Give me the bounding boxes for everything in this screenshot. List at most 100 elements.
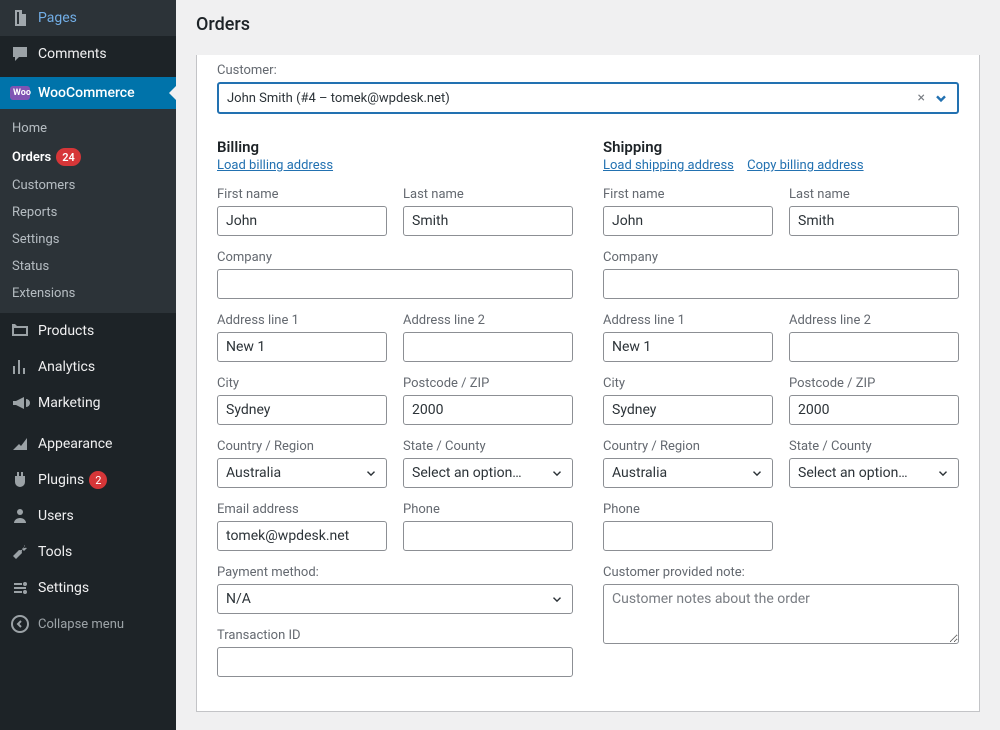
chevron-down-icon <box>936 466 950 480</box>
chevron-down-icon <box>550 466 564 480</box>
sidebar-item-users[interactable]: Users <box>0 498 176 534</box>
shipping-addr1-label: Address line 1 <box>603 313 773 328</box>
submenu-item-home[interactable]: Home <box>0 115 176 142</box>
shipping-last-name-input[interactable] <box>789 206 959 236</box>
plugins-icon <box>10 470 30 490</box>
sidebar-item-label: Analytics <box>38 359 95 375</box>
billing-last-name-input[interactable] <box>403 206 573 236</box>
collapse-icon <box>10 614 30 634</box>
products-icon <box>10 321 30 341</box>
chevron-down-icon <box>933 90 949 106</box>
billing-postcode-input[interactable] <box>403 395 573 425</box>
sidebar-item-label: WooCommerce <box>38 85 135 101</box>
sidebar-item-woocommerce[interactable]: Woo WooCommerce <box>0 77 176 109</box>
shipping-city-label: City <box>603 376 773 391</box>
sidebar-item-label: Appearance <box>38 436 112 452</box>
submenu-item-reports[interactable]: Reports <box>0 199 176 226</box>
users-icon <box>10 506 30 526</box>
appearance-icon <box>10 434 30 454</box>
billing-postcode-label: Postcode / ZIP <box>403 376 573 391</box>
shipping-country-select[interactable]: Australia <box>603 458 773 488</box>
sidebar-item-pages[interactable]: Pages <box>0 0 176 36</box>
submenu-item-extensions[interactable]: Extensions <box>0 280 176 307</box>
transaction-id-label: Transaction ID <box>217 628 573 643</box>
submenu-item-settings[interactable]: Settings <box>0 226 176 253</box>
customer-note-textarea[interactable] <box>603 584 959 644</box>
shipping-company-input[interactable] <box>603 269 959 299</box>
load-billing-link[interactable]: Load billing address <box>217 158 333 173</box>
sidebar-item-tools[interactable]: Tools <box>0 534 176 570</box>
sidebar-item-plugins[interactable]: Plugins 2 <box>0 462 176 498</box>
sidebar-item-settings[interactable]: Settings <box>0 570 176 606</box>
customer-select[interactable]: John Smith (#4 – tomek@wpdesk.net) × <box>217 82 959 114</box>
settings-icon <box>10 578 30 598</box>
billing-first-name-input[interactable] <box>217 206 387 236</box>
select-value: Australia <box>612 465 667 481</box>
submenu-label: Orders <box>12 150 51 165</box>
shipping-postcode-label: Postcode / ZIP <box>789 376 959 391</box>
billing-phone-input[interactable] <box>403 521 573 551</box>
billing-country-label: Country / Region <box>217 439 387 454</box>
select-value: Australia <box>226 465 281 481</box>
submenu-item-customers[interactable]: Customers <box>0 172 176 199</box>
billing-state-select[interactable]: Select an option… <box>403 458 573 488</box>
shipping-state-select[interactable]: Select an option… <box>789 458 959 488</box>
billing-addr2-label: Address line 2 <box>403 313 573 328</box>
shipping-addr2-input[interactable] <box>789 332 959 362</box>
marketing-icon <box>10 393 30 413</box>
transaction-id-input[interactable] <box>217 647 573 677</box>
billing-email-label: Email address <box>217 502 387 517</box>
billing-first-name-label: First name <box>217 187 387 202</box>
sidebar-item-label: Users <box>38 508 74 524</box>
sidebar-item-comments[interactable]: Comments <box>0 36 176 72</box>
shipping-addr2-label: Address line 2 <box>789 313 959 328</box>
shipping-company-label: Company <box>603 250 959 265</box>
chevron-down-icon <box>364 466 378 480</box>
order-edit-panel: Customer: John Smith (#4 – tomek@wpdesk.… <box>196 55 980 712</box>
woocommerce-submenu: Home Orders 24 Customers Reports Setting… <box>0 109 176 313</box>
billing-addr1-label: Address line 1 <box>217 313 387 328</box>
sidebar-item-label: Settings <box>38 580 89 596</box>
shipping-first-name-label: First name <box>603 187 773 202</box>
orders-badge: 24 <box>56 148 81 166</box>
sidebar-item-marketing[interactable]: Marketing <box>0 385 176 421</box>
billing-company-label: Company <box>217 250 573 265</box>
sidebar-item-label: Pages <box>38 10 77 26</box>
submenu-item-status[interactable]: Status <box>0 253 176 280</box>
sidebar-item-label: Marketing <box>38 395 101 411</box>
customer-note-label: Customer provided note: <box>603 565 959 580</box>
billing-country-select[interactable]: Australia <box>217 458 387 488</box>
shipping-phone-input[interactable] <box>603 521 773 551</box>
sidebar-item-analytics[interactable]: Analytics <box>0 349 176 385</box>
load-shipping-link[interactable]: Load shipping address <box>603 158 734 173</box>
sidebar-item-products[interactable]: Products <box>0 313 176 349</box>
billing-company-input[interactable] <box>217 269 573 299</box>
billing-addr2-input[interactable] <box>403 332 573 362</box>
billing-addr1-input[interactable] <box>217 332 387 362</box>
submenu-item-orders[interactable]: Orders 24 <box>0 142 176 172</box>
shipping-country-label: Country / Region <box>603 439 773 454</box>
billing-title: Billing <box>217 138 573 156</box>
select-value: N/A <box>226 591 251 607</box>
sidebar-collapse[interactable]: Collapse menu <box>0 606 176 642</box>
sidebar-item-appearance[interactable]: Appearance <box>0 426 176 462</box>
billing-column: Billing Load billing address First name … <box>217 138 573 691</box>
copy-billing-link[interactable]: Copy billing address <box>747 158 863 173</box>
billing-email-input[interactable] <box>217 521 387 551</box>
shipping-first-name-input[interactable] <box>603 206 773 236</box>
shipping-addr1-input[interactable] <box>603 332 773 362</box>
billing-city-input[interactable] <box>217 395 387 425</box>
customer-select-value: John Smith (#4 – tomek@wpdesk.net) <box>227 91 918 106</box>
payment-method-label: Payment method: <box>217 565 573 580</box>
clear-icon[interactable]: × <box>918 90 925 106</box>
pages-icon <box>10 8 30 28</box>
shipping-column: Shipping Load shipping address Copy bill… <box>603 138 959 691</box>
sidebar-item-label: Products <box>38 323 94 339</box>
shipping-city-input[interactable] <box>603 395 773 425</box>
page-title: Orders <box>196 0 980 55</box>
sidebar-item-label: Comments <box>38 46 107 62</box>
payment-method-select[interactable]: N/A <box>217 584 573 614</box>
sidebar-item-label: Collapse menu <box>38 617 124 632</box>
analytics-icon <box>10 357 30 377</box>
shipping-postcode-input[interactable] <box>789 395 959 425</box>
